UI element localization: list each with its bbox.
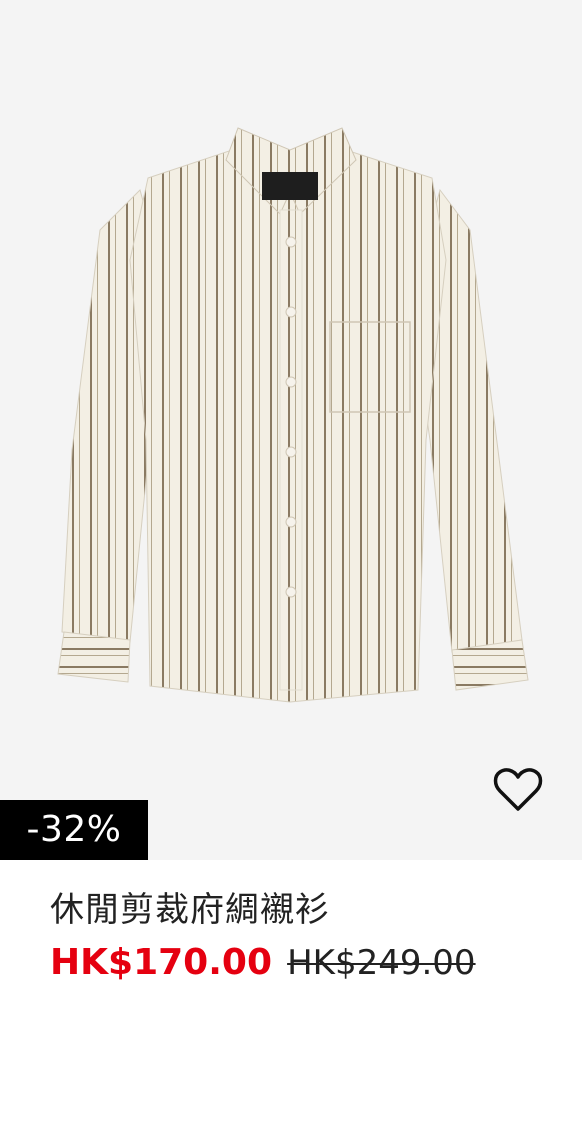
favorite-button[interactable]: [490, 762, 546, 818]
original-price: HK$249.00: [287, 943, 476, 983]
product-name[interactable]: 休閒剪裁府綢襯衫: [50, 886, 562, 934]
product-image[interactable]: [0, 0, 582, 860]
sale-price: HK$170.00: [50, 942, 272, 983]
shirt-illustration: [57, 127, 529, 703]
heart-outline-icon: [493, 768, 543, 811]
discount-badge: -32%: [0, 800, 148, 860]
product-info: 休閒剪裁府綢襯衫 HK$170.00 HK$249.00: [50, 886, 562, 994]
price-row: HK$170.00 HK$249.00: [50, 938, 562, 994]
